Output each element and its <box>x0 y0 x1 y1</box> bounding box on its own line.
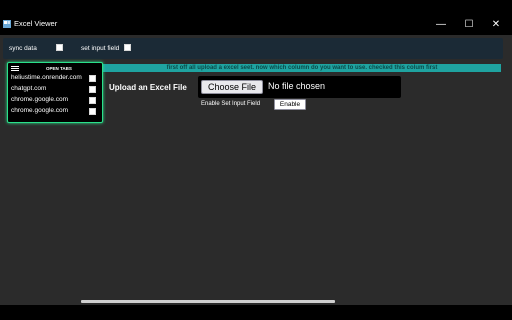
tab-item-checkbox[interactable] <box>89 108 96 115</box>
menu-icon[interactable] <box>11 66 19 71</box>
set-input-field-label: set input field <box>81 45 120 52</box>
sync-data-label: sync data <box>9 45 37 52</box>
instruction-text: first off all upload a excel seet. now w… <box>166 65 438 71</box>
maximize-button[interactable]: ☐ <box>456 15 482 35</box>
app-window: Excel Viewer — ☐ ✕ sync data set input f… <box>0 15 512 305</box>
sync-data-checkbox[interactable] <box>56 44 63 51</box>
enable-set-input-label: Enable Set Input Field <box>201 101 261 107</box>
tab-item-label: heliustime.onrender.com <box>11 74 82 81</box>
minimize-button[interactable]: — <box>428 15 454 35</box>
file-status-text: No file chosen <box>268 81 326 91</box>
tab-item-label: chatgpt.com <box>11 85 47 92</box>
instruction-banner: first off all upload a excel seet. now w… <box>103 64 501 72</box>
open-tabs-title: OPEN TABS <box>46 66 72 71</box>
upload-excel-label: Upload an Excel File <box>109 83 187 92</box>
app-icon <box>3 20 11 28</box>
tab-item-checkbox[interactable] <box>89 86 96 93</box>
tab-item-label: chrome.google.com <box>11 107 69 114</box>
tab-item-checkbox[interactable] <box>89 97 96 104</box>
title-bar: Excel Viewer — ☐ ✕ <box>0 15 512 35</box>
close-button[interactable]: ✕ <box>483 15 509 35</box>
set-input-field-checkbox[interactable] <box>124 44 131 51</box>
window-title: Excel Viewer <box>14 19 58 28</box>
tab-item-label: chrome.google.com <box>11 96 69 103</box>
tab-item-checkbox[interactable] <box>89 75 96 82</box>
top-options-bar: sync data set input field <box>3 38 503 59</box>
enable-button[interactable]: Enable <box>274 99 306 110</box>
choose-file-button[interactable]: Choose File <box>201 80 263 94</box>
file-input[interactable]: Choose File No file chosen <box>198 76 401 98</box>
horizontal-scrollbar[interactable] <box>81 300 335 303</box>
open-tabs-panel: OPEN TABS heliustime.onrender.com chatgp… <box>7 62 103 123</box>
